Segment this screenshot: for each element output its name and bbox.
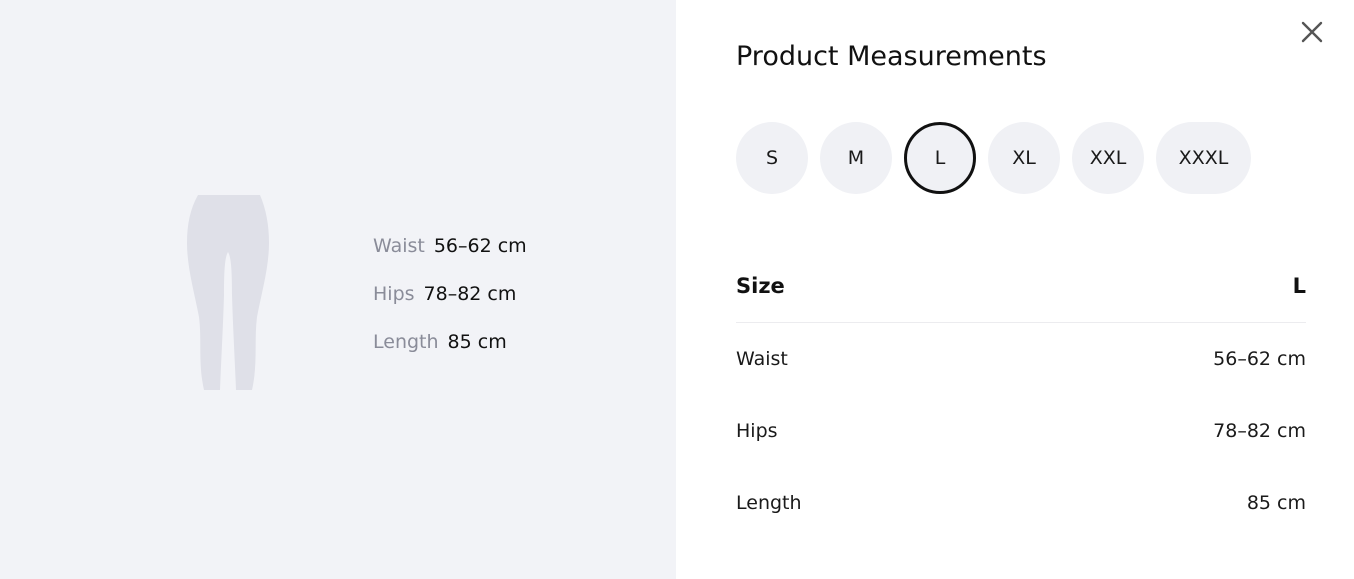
row-label: Waist: [736, 348, 788, 370]
close-icon: [1301, 21, 1323, 43]
table-row: Length 85 cm: [736, 467, 1306, 539]
measurement-summary: Waist 56–62 cm Hips 78–82 cm Length 85 cm: [373, 233, 527, 377]
table-row: Waist 56–62 cm: [736, 323, 1306, 395]
summary-value: 78–82 cm: [423, 283, 517, 305]
close-button[interactable]: [1294, 14, 1330, 50]
size-option-xxxl[interactable]: XXXL: [1156, 122, 1251, 194]
measurement-table: Size L Waist 56–62 cm Hips 78–82 cm Leng…: [736, 250, 1306, 539]
summary-value: 85 cm: [447, 331, 507, 353]
row-label: Hips: [736, 420, 778, 442]
summary-label: Hips: [373, 283, 415, 305]
leggings-figure-icon: [186, 195, 270, 391]
header-label: Size: [736, 274, 785, 298]
size-option-l[interactable]: L: [904, 122, 976, 194]
summary-row-waist: Waist 56–62 cm: [373, 233, 527, 281]
header-selected-size: L: [1292, 274, 1306, 298]
summary-label: Waist: [373, 235, 425, 257]
size-selector: S M L XL XXL XXXL: [736, 122, 1251, 194]
row-value: 78–82 cm: [1213, 420, 1306, 442]
illustration-panel: Waist 56–62 cm Hips 78–82 cm Length 85 cm: [0, 0, 676, 579]
measurements-panel: Product Measurements S M L XL XXL XXXL S…: [676, 0, 1354, 579]
row-value: 56–62 cm: [1213, 348, 1306, 370]
size-option-s[interactable]: S: [736, 122, 808, 194]
table-row: Hips 78–82 cm: [736, 395, 1306, 467]
panel-title: Product Measurements: [736, 41, 1047, 72]
size-option-xl[interactable]: XL: [988, 122, 1060, 194]
summary-label: Length: [373, 331, 439, 353]
row-value: 85 cm: [1246, 492, 1306, 514]
summary-row-hips: Hips 78–82 cm: [373, 281, 527, 329]
row-label: Length: [736, 492, 802, 514]
size-option-xxl[interactable]: XXL: [1072, 122, 1144, 194]
summary-value: 56–62 cm: [433, 235, 527, 257]
summary-row-length: Length 85 cm: [373, 329, 527, 377]
table-header: Size L: [736, 250, 1306, 323]
size-option-m[interactable]: M: [820, 122, 892, 194]
